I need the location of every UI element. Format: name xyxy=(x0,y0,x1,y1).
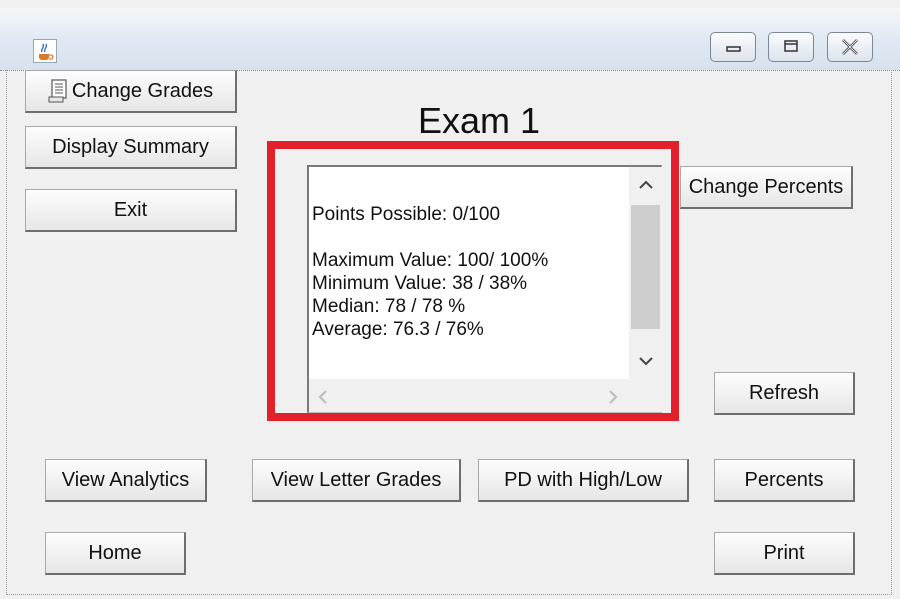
display-summary-label: Display Summary xyxy=(52,135,209,158)
maximize-icon xyxy=(784,40,798,52)
view-letter-grades-label: View Letter Grades xyxy=(270,468,442,491)
exit-label: Exit xyxy=(113,198,148,221)
document-icon xyxy=(48,79,67,103)
view-analytics-label: View Analytics xyxy=(61,468,190,491)
print-button[interactable]: Print xyxy=(714,532,855,575)
change-percents-button[interactable]: Change Percents xyxy=(680,166,853,209)
close-button[interactable] xyxy=(827,32,873,62)
home-label: Home xyxy=(88,541,142,564)
display-summary-button[interactable]: Display Summary xyxy=(25,126,237,169)
title-bar xyxy=(0,8,900,71)
minimize-icon xyxy=(726,46,741,52)
pd-high-low-button[interactable]: PD with High/Low xyxy=(478,459,689,502)
highlight-box xyxy=(267,141,679,421)
change-grades-button[interactable]: Change Grades xyxy=(25,70,237,113)
change-grades-label: Change Grades xyxy=(71,79,214,102)
pd-high-low-label: PD with High/Low xyxy=(504,468,662,491)
minimize-button[interactable] xyxy=(710,32,756,62)
refresh-label: Refresh xyxy=(748,381,820,404)
percents-label: Percents xyxy=(744,468,824,491)
change-percents-label: Change Percents xyxy=(688,175,844,198)
view-letter-grades-button[interactable]: View Letter Grades xyxy=(252,459,461,502)
maximize-button[interactable] xyxy=(768,32,814,62)
refresh-button[interactable]: Refresh xyxy=(714,372,855,415)
percents-button[interactable]: Percents xyxy=(714,459,855,502)
java-coffee-icon[interactable] xyxy=(33,39,57,63)
print-label: Print xyxy=(763,541,805,564)
exam-title: Exam 1 xyxy=(418,100,541,141)
exit-button[interactable]: Exit xyxy=(25,189,237,232)
view-analytics-button[interactable]: View Analytics xyxy=(45,459,207,502)
close-icon xyxy=(842,39,858,55)
home-button[interactable]: Home xyxy=(45,532,186,575)
application-window: Change Grades Display Summary Exit Exam … xyxy=(0,0,900,599)
